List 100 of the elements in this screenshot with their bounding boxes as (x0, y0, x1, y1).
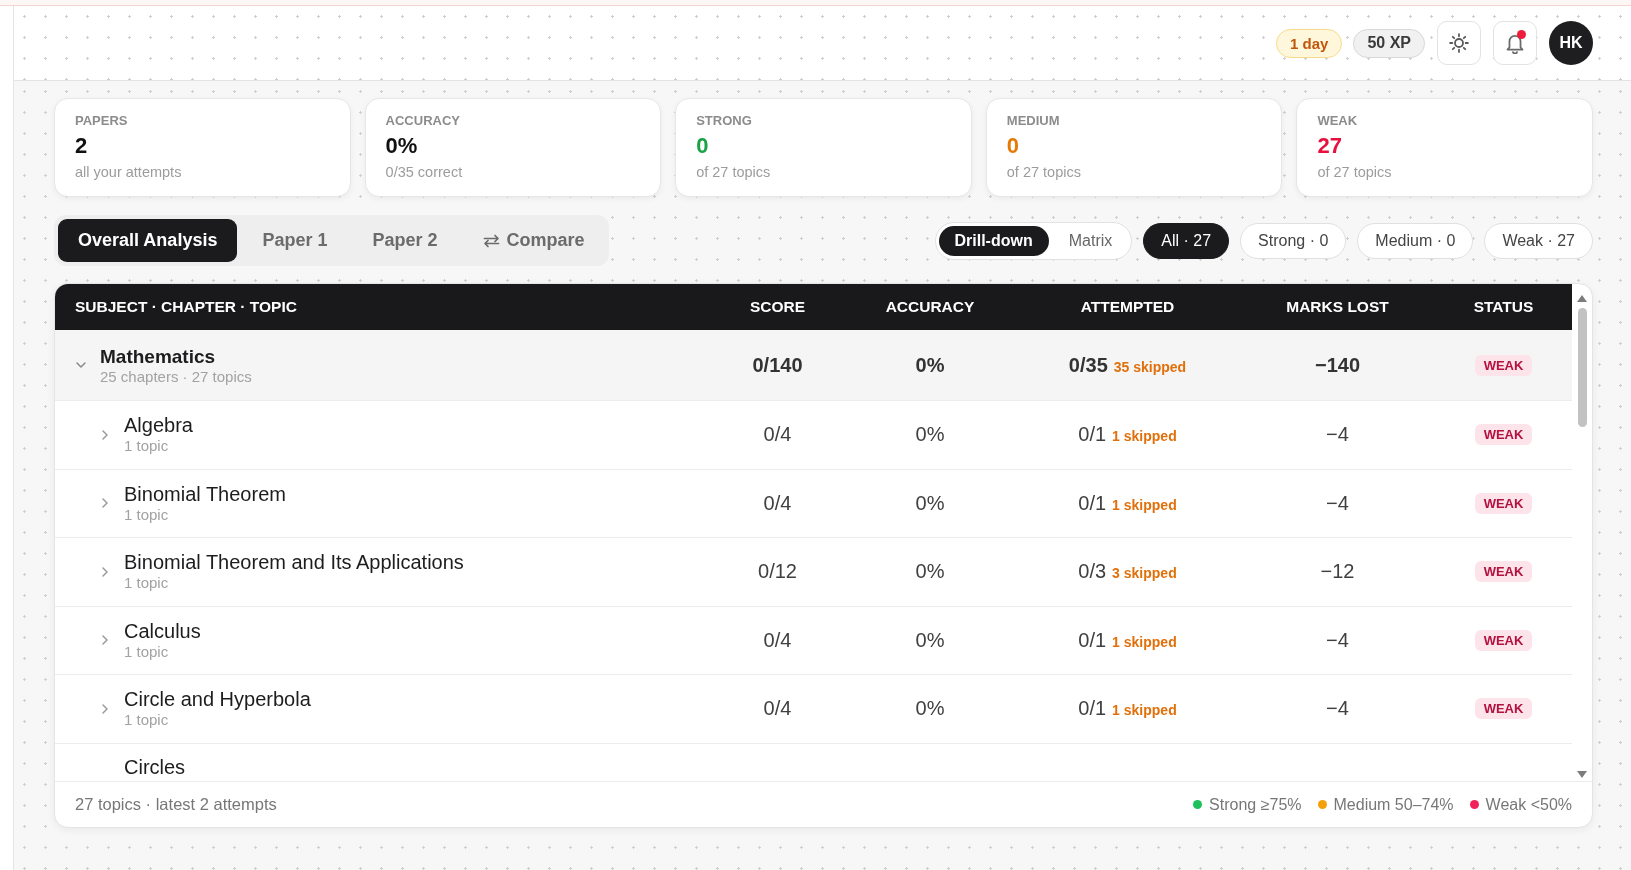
skipped-count: 1 skipped (1112, 633, 1177, 650)
attempted-value: 0/1 (1078, 491, 1107, 515)
scroll-up-icon[interactable] (1577, 295, 1587, 302)
stat-value: 0 (696, 133, 709, 159)
stat-value: 0 (1006, 133, 1020, 159)
column-header: SCORE (749, 298, 806, 316)
status-badge: WEAK (1474, 698, 1533, 720)
attempted-value: 0/35 (1068, 353, 1108, 377)
scrollbar-thumb[interactable] (1577, 308, 1587, 427)
stat-label: WEAK (1317, 113, 1358, 129)
stat-note: of 27 topics (1006, 163, 1081, 181)
stat-note: of 27 topics (696, 163, 771, 181)
row-subtitle: 1 topic (124, 642, 169, 661)
chevron-right-icon[interactable] (102, 566, 108, 577)
table-row[interactable]: Binomial Theorem and Its Applications 1 topic 0/12 0% 0/3 3 skipped −12 WEAK (55, 538, 1572, 607)
user-avatar[interactable]: HK (1549, 21, 1593, 65)
status-badge: WEAK (1474, 424, 1533, 446)
attempted-value: 0/3 (1078, 560, 1107, 584)
theme-toggle-button[interactable] (1437, 21, 1481, 65)
filter-chip[interactable]: Medium · 0 (1357, 222, 1474, 259)
marks-lost-value: −12 (1320, 560, 1355, 584)
column-header: ACCURACY (885, 298, 975, 316)
filter-chip[interactable]: All · 27 (1143, 222, 1230, 259)
chapter-name: Binomial Theorem (124, 482, 286, 506)
marks-lost-value: −4 (1326, 423, 1349, 447)
bell-icon (1506, 32, 1524, 54)
table-row[interactable]: Algebra 1 topic 0/4 0% 0/1 1 skipped −4 WEAK (55, 401, 1572, 470)
score-value: 0/4 (763, 423, 792, 447)
score-value: 0/12 (758, 560, 797, 584)
table-row[interactable]: Binomial Theorem 1 topic 0/4 0% 0/1 1 skipped −4 WEAK (55, 469, 1572, 538)
marks-lost-value: −140 (1314, 353, 1361, 377)
row-subtitle: 1 topic (124, 505, 169, 524)
chevron-down-icon[interactable] (76, 362, 86, 368)
accuracy-value: 0% (915, 491, 945, 515)
scroll-down-icon[interactable] (1577, 771, 1587, 778)
tab[interactable]: Paper 2 (352, 219, 458, 262)
view-option[interactable]: Drill-down (938, 225, 1049, 256)
status-badge: WEAK (1474, 492, 1533, 514)
status-badge: WEAK (1474, 354, 1533, 376)
chevron-right-icon[interactable] (102, 429, 108, 440)
marks-lost-value: −4 (1326, 697, 1349, 721)
stat-label: MEDIUM (1006, 113, 1060, 129)
filter-chip[interactable]: Strong · 0 (1240, 222, 1347, 259)
stat-note: of 27 topics (1317, 163, 1392, 181)
chevron-right-icon[interactable] (102, 498, 108, 509)
skipped-count: 1 skipped (1112, 428, 1177, 445)
attempted-value: 0/1 (1078, 423, 1107, 447)
stat-value: 27 (1317, 133, 1342, 159)
tab[interactable]: Overall Analysis (58, 219, 238, 262)
stat-label: ACCURACY (385, 113, 460, 129)
row-subtitle: 1 topic (124, 711, 169, 730)
streak-badge: 1 day (1276, 28, 1343, 58)
score-value: 0/140 (752, 353, 803, 377)
row-subtitle: 25 chapters · 27 topics (100, 367, 252, 386)
subject-name: Mathematics (100, 344, 216, 368)
tab[interactable]: Compare (462, 219, 605, 262)
accuracy-value: 0% (915, 353, 945, 377)
column-header: MARKS LOST (1286, 298, 1389, 316)
status-badge: WEAK (1474, 629, 1533, 651)
column-header: ATTEMPTED (1080, 298, 1175, 316)
chapter-name: Algebra (124, 414, 193, 438)
stat-value: 2 (75, 133, 88, 159)
marks-lost-value: −4 (1326, 491, 1349, 515)
attempted-value: 0/1 (1078, 628, 1107, 652)
accuracy-value: 0% (915, 423, 945, 447)
row-subtitle: 1 topic (124, 437, 169, 456)
stat-label: STRONG (696, 113, 752, 129)
table-row[interactable]: Calculus 1 topic 0/4 0% 0/1 1 skipped −4 WEAK (55, 606, 1572, 675)
marks-lost-value: −4 (1326, 628, 1349, 652)
table-row[interactable]: Mathematics 25 chapters · 27 topics 0/140 0% 0/35 35 skipped −140 WEAK (55, 330, 1572, 401)
stat-note: all your attempts (75, 163, 182, 181)
legend-label: Medium 50–74% (1333, 795, 1454, 814)
column-header: SUBJECT · CHAPTER · TOPIC (75, 298, 297, 316)
accuracy-value: 0% (915, 697, 945, 721)
chevron-right-icon[interactable] (102, 703, 108, 714)
swap-arrows-icon (482, 233, 500, 248)
accuracy-value: 0% (915, 560, 945, 584)
sun-icon (1449, 33, 1469, 53)
filter-chip[interactable]: Weak · 27 (1484, 222, 1593, 259)
footer-summary: 27 topics · latest 2 attempts (75, 795, 277, 814)
score-value: 0/4 (763, 491, 792, 515)
accuracy-value: 0% (915, 628, 945, 652)
legend-label: Strong ≥75% (1209, 795, 1302, 814)
table-row[interactable]: Circle and Hyperbola 1 topic 0/4 0% 0/1 1 skipped −4 WEAK (55, 675, 1572, 744)
score-value: 0/4 (763, 697, 792, 721)
chapter-name: Binomial Theorem and Its Applications (124, 551, 464, 575)
score-value: 0/4 (763, 628, 792, 652)
legend-label: Weak <50% (1485, 795, 1572, 814)
notifications-button[interactable] (1493, 21, 1537, 65)
chapter-name: Circles (124, 755, 186, 779)
skipped-count: 1 skipped (1112, 496, 1177, 513)
view-option[interactable]: Matrix (1052, 225, 1129, 256)
column-header: STATUS (1473, 298, 1534, 316)
skipped-count: 3 skipped (1112, 565, 1177, 582)
status-badge: WEAK (1474, 561, 1533, 583)
tab[interactable]: Paper 1 (242, 219, 348, 262)
chevron-right-icon[interactable] (102, 635, 108, 646)
stat-value: 0% (385, 133, 418, 159)
row-subtitle: 1 topic (124, 574, 169, 593)
xp-badge: 50 XP (1353, 28, 1425, 58)
